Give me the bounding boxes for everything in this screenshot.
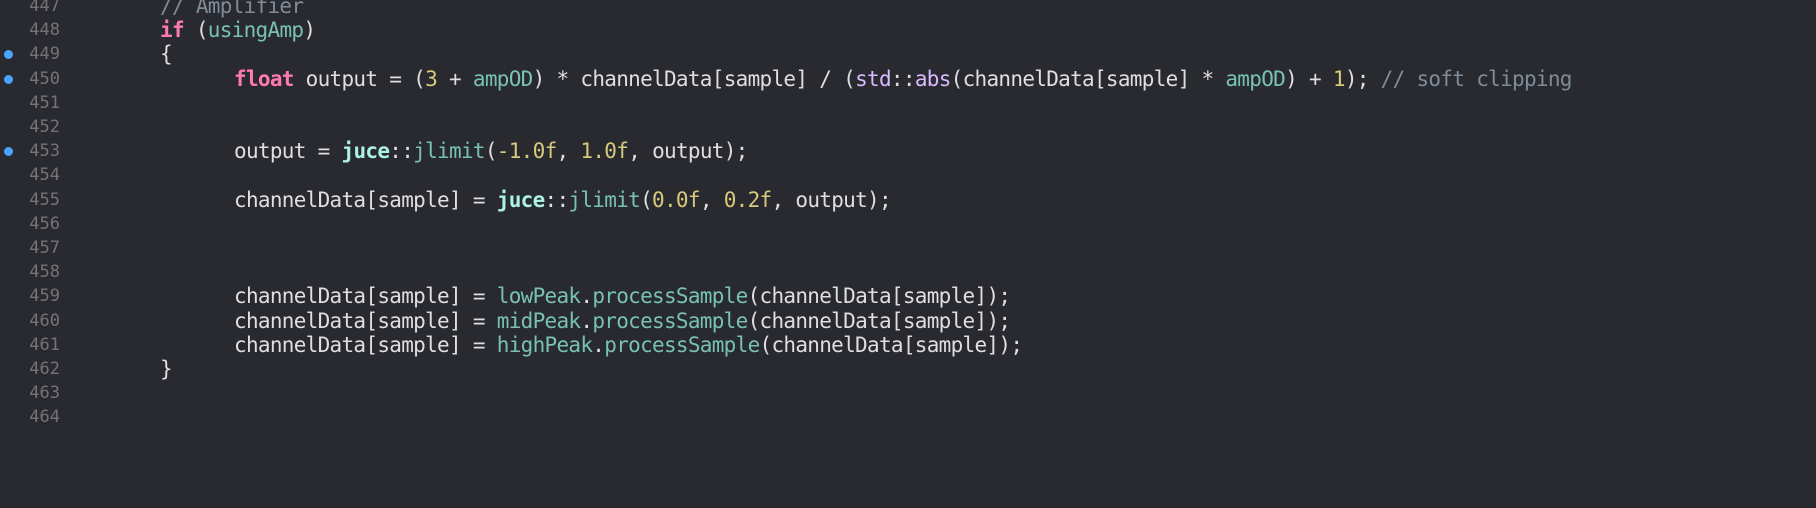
code-token: { [160, 42, 173, 67]
code-token: processSample [604, 332, 760, 357]
code-token: (channelData[sample]); [759, 332, 1023, 357]
code-token: . [592, 332, 605, 357]
code-token: jlimit [413, 139, 485, 164]
code-token: . [580, 308, 593, 333]
code-token: processSample [592, 284, 748, 309]
code-token: ); [1344, 66, 1381, 91]
code-token: ( [640, 187, 653, 212]
code-token: float [234, 66, 294, 91]
code-token: (channelData[sample] * [950, 66, 1226, 91]
code-token: channelData[sample] = [234, 332, 497, 357]
code-token: 0.0f [652, 187, 700, 212]
code-token: output = ( [293, 66, 426, 91]
code-token: , output); [771, 187, 892, 212]
code-token: 1 [1332, 66, 1346, 91]
code-token: ( [183, 18, 209, 43]
code-token: juce [341, 139, 390, 164]
line-number: 464 [29, 407, 60, 428]
code-editor[interactable]: 447// Amplifier 448 if (usingAmp) 449{450 fl… [0, 0, 1816, 508]
code-token: 1.0f [580, 139, 629, 164]
code-token: (channelData[sample]); [747, 308, 1011, 333]
code-token: 3 [425, 66, 438, 91]
code-token: lowPeak [496, 284, 581, 309]
code-token: jlimit [568, 187, 641, 212]
code-token: output = [234, 139, 342, 164]
code-token: ampOD [472, 66, 533, 91]
code-token: . [580, 284, 593, 309]
code-token: std [855, 66, 892, 91]
code-token: } [160, 357, 173, 381]
code-token: if [160, 18, 185, 43]
code-token: // soft clipping [1380, 66, 1573, 91]
code-token: 0.2f [723, 187, 772, 212]
code-token: :: [890, 66, 916, 91]
code-token: ) + [1285, 66, 1333, 91]
code-token: + [437, 66, 473, 91]
code-token: , [556, 139, 581, 164]
code-token: ( [484, 139, 498, 164]
code-token: juce [496, 187, 545, 212]
code-line[interactable]: 464 [0, 403, 1816, 431]
code-token: usingAmp [207, 18, 304, 43]
code-token: channelData[sample] = [234, 308, 497, 333]
code-token: ) [303, 18, 316, 43]
code-token: :: [544, 187, 570, 212]
code-token: :: [389, 139, 414, 164]
code-token: (channelData[sample]); [747, 284, 1011, 309]
code-token: ) * channelData[sample] / ( [532, 66, 856, 91]
code-token: channelData[sample] = [234, 187, 497, 212]
code-token: midPeak [496, 308, 581, 333]
code-token: processSample [592, 308, 748, 333]
code-token: , output); [628, 139, 748, 164]
code-token: ampOD [1225, 66, 1286, 91]
code-token: abs [914, 66, 952, 91]
code-token: , [699, 187, 724, 212]
code-token: -1.0f [496, 139, 557, 164]
code-token: highPeak [496, 332, 593, 357]
code-token: channelData[sample] = [234, 284, 497, 309]
